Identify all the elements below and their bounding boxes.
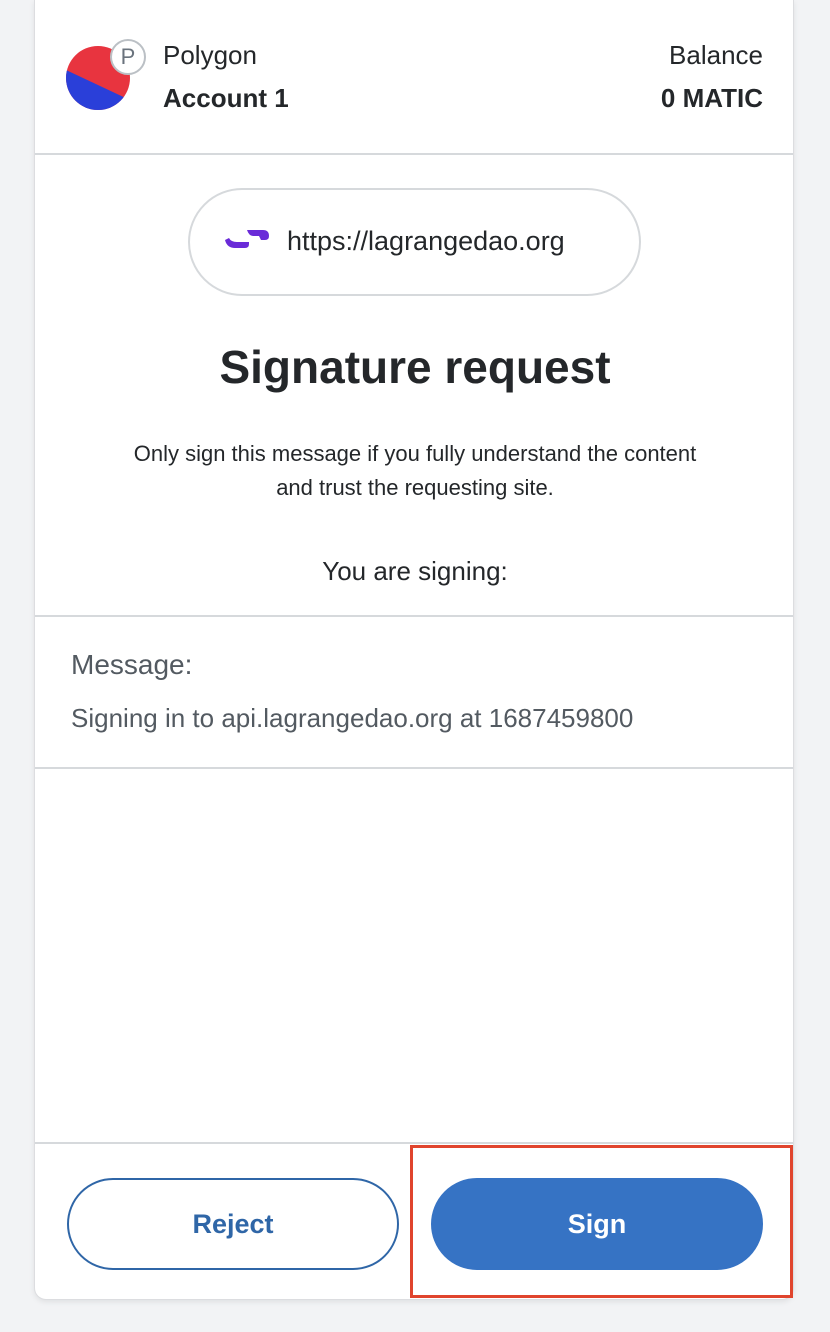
message-section: Message: Signing in to api.lagrangedao.o…: [35, 615, 793, 769]
balance-value: 0 MATIC: [660, 83, 763, 113]
signing-label: You are signing:: [322, 556, 508, 586]
account-header: P Polygon Account 1 Balance 0 MATIC: [35, 0, 793, 155]
message-label: Message:: [71, 649, 193, 680]
origin-pill: https://lagrangedao.org: [188, 188, 641, 296]
message-content: Signing in to api.lagrangedao.org at 168…: [71, 703, 634, 733]
warning-subtitle: Only sign this message if you fully unde…: [133, 441, 697, 500]
account-name: Account 1: [163, 83, 289, 113]
action-footer: Reject Sign: [35, 1142, 793, 1299]
reject-button[interactable]: Reject: [67, 1178, 399, 1270]
sign-button[interactable]: Sign: [431, 1178, 763, 1270]
network-name: Polygon: [163, 40, 257, 70]
origin-url: https://lagrangedao.org: [287, 226, 565, 256]
page-title: Signature request: [219, 341, 611, 393]
balance-label: Balance: [669, 40, 763, 70]
lagrange-site-icon: [225, 230, 269, 248]
signature-request-card: P Polygon Account 1 Balance 0 MATIC http…: [34, 0, 794, 1300]
polygon-network-icon: P: [110, 39, 146, 75]
